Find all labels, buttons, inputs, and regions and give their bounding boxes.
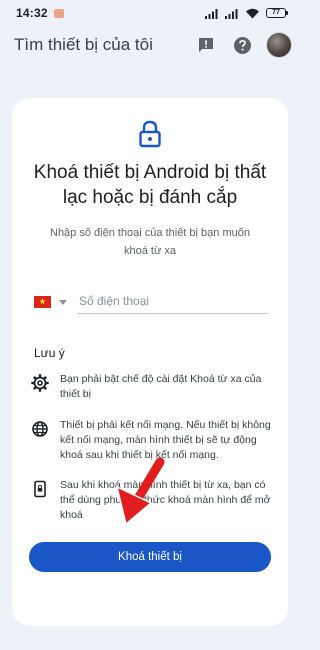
lock-icon [138, 120, 162, 148]
globe-icon [30, 419, 50, 439]
card-title: Khoá thiết bị Android bị thất lạc hoặc b… [33, 162, 267, 208]
country-dropdown-arrow[interactable] [59, 300, 67, 305]
vietnam-flag-icon[interactable]: ★ [34, 296, 51, 308]
status-bar: 14:32 77 [0, 0, 300, 26]
remote-lock-card: Khoá thiết bị Android bị thất lạc hoặc b… [12, 98, 288, 626]
note-text: Sau khi khoá màn hình thiết bị từ xa, bạ… [60, 479, 271, 521]
wifi-icon [246, 8, 259, 18]
note-item: Bạn phải bật chế độ cài đặt Khoá từ xa c… [30, 372, 276, 402]
note-item: Thiết bị phải kết nối mạng. Nếu thiết bị… [30, 418, 276, 463]
lock-device-button[interactable]: Khoá thiết bị [29, 542, 271, 572]
lock-screen-phone-icon [30, 479, 50, 499]
page-title: Tìm thiết bị của tôi [14, 35, 153, 54]
note-item: Sau khi khoá màn hình thiết bị từ xa, bạ… [30, 478, 276, 523]
status-icons: 77 [205, 8, 288, 19]
battery-icon: 77 [266, 8, 288, 18]
signal-icon [225, 8, 238, 19]
status-time: 14:32 [16, 6, 48, 20]
phone-number-row: ★ [34, 290, 268, 314]
phone-number-input[interactable] [77, 294, 268, 314]
battery-level: 77 [266, 8, 286, 18]
note-text: Thiết bị phải kết nối mạng. Nếu thiết bị… [60, 419, 271, 461]
signal-icon [205, 8, 218, 19]
app-actions [194, 32, 292, 58]
notification-dot [53, 8, 64, 18]
help-icon[interactable] [230, 33, 254, 57]
avatar[interactable] [266, 32, 292, 58]
feedback-icon[interactable] [194, 33, 218, 57]
app-bar: Tìm thiết bị của tôi [0, 28, 300, 62]
settings-icon [30, 373, 50, 393]
notes-title: Lưu ý [34, 346, 65, 360]
card-subtitle: Nhập số điện thoại của thiết bị bạn muốn… [50, 227, 250, 257]
note-text: Bạn phải bật chế độ cài đặt Khoá từ xa c… [60, 373, 262, 400]
